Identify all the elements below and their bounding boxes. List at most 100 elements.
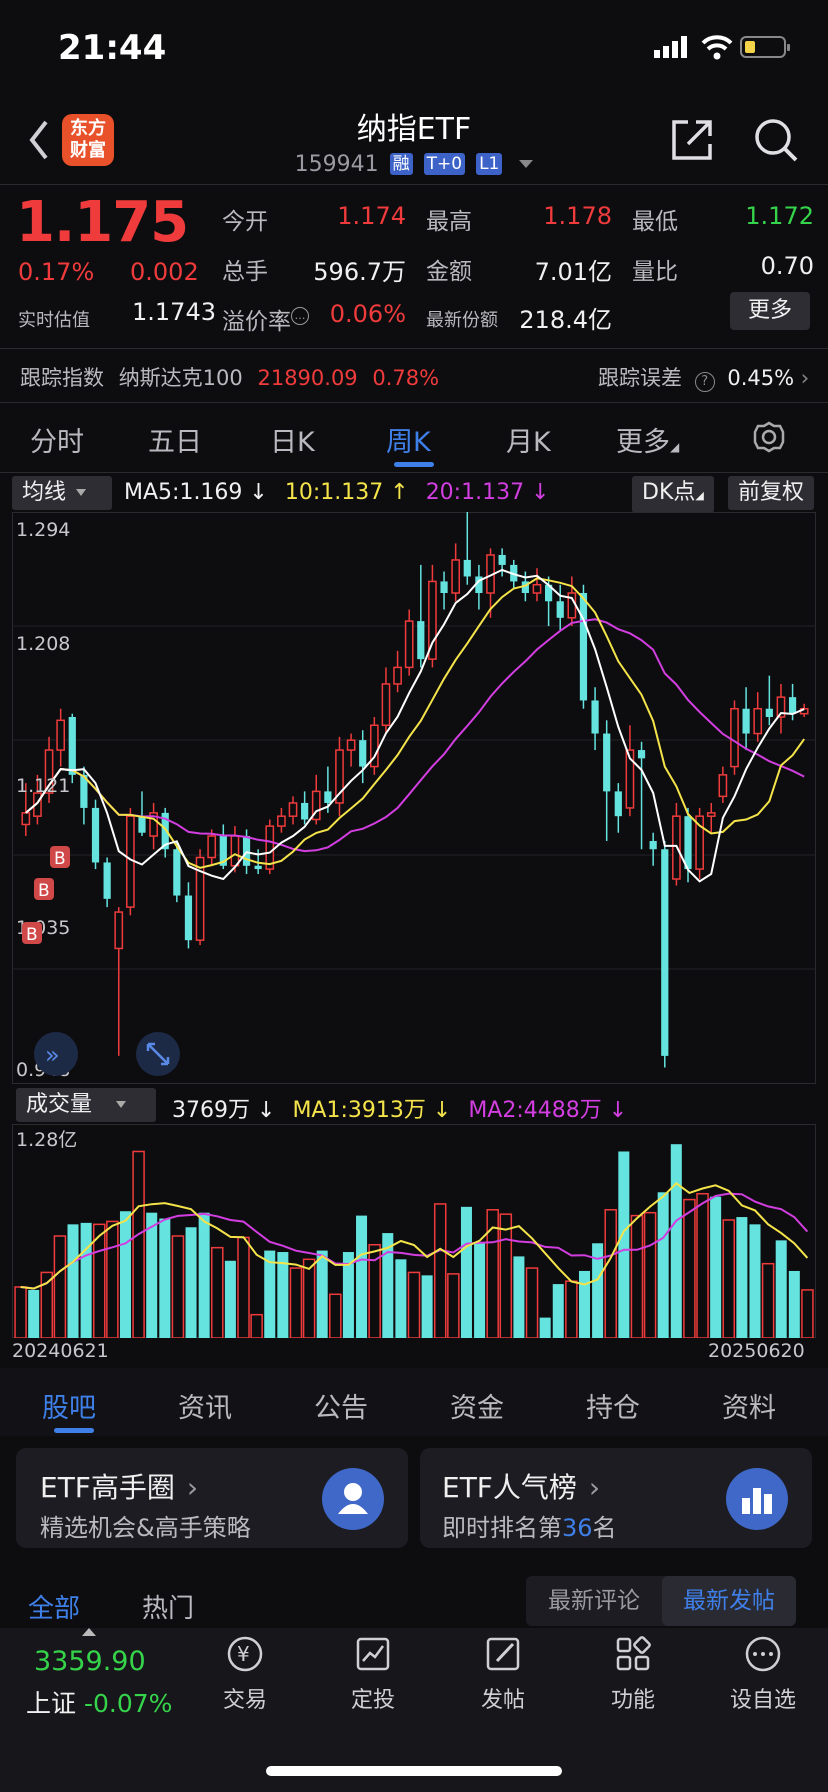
- volume-ma1: MA1:3913万: [292, 1098, 426, 1123]
- candle: [265, 819, 275, 875]
- subtab-holdings[interactable]: 持仓: [586, 1386, 640, 1425]
- candle: [637, 741, 646, 850]
- low-value: 1.172: [745, 202, 814, 230]
- ranking-icon: [726, 1468, 788, 1530]
- tab-daily-k[interactable]: 日K: [270, 420, 315, 459]
- post-edit-icon: [486, 1637, 520, 1671]
- feed-all-tab[interactable]: 全部: [28, 1588, 80, 1625]
- nav-invest-plan[interactable]: 定投: [318, 1634, 428, 1714]
- subtab-news[interactable]: 资讯: [178, 1386, 232, 1425]
- subtab-forum[interactable]: 股吧: [42, 1386, 96, 1425]
- svg-text:B: B: [54, 849, 66, 869]
- volume-bar: [683, 1198, 696, 1338]
- candle: [346, 733, 356, 767]
- candlestick-chart[interactable]: 1.294 1.208 1.121 1.035 0.948 B B B »: [12, 512, 816, 1084]
- nav-add-watchlist[interactable]: 设自选: [708, 1634, 818, 1714]
- amount-value: 7.01亿: [534, 258, 612, 286]
- candle: [277, 807, 286, 833]
- settings-gear-icon[interactable]: [752, 420, 786, 454]
- candle: [742, 687, 750, 751]
- volume-bar: [211, 1246, 224, 1338]
- date-start: 20240621: [12, 1340, 109, 1362]
- volume-bar: [552, 1284, 564, 1338]
- volume-bar: [250, 1313, 263, 1338]
- index-value[interactable]: 3359.90: [34, 1646, 146, 1677]
- tab-more[interactable]: 更多◢: [616, 420, 679, 459]
- tag-margin: 融: [389, 153, 413, 175]
- fullscreen-icon[interactable]: [136, 1032, 180, 1076]
- volume-bar: [395, 1259, 407, 1338]
- adjust-mode-button[interactable]: 前复权: [728, 476, 815, 510]
- etf-popularity-card[interactable]: ETF人气榜 › 即时排名第36名: [420, 1448, 812, 1548]
- tab-monthly-k[interactable]: 月K: [506, 420, 551, 459]
- candle: [311, 774, 321, 825]
- shares-label: 最新份额: [426, 310, 498, 331]
- tracking-label: 跟踪指数: [20, 366, 104, 390]
- home-indicator: [266, 1766, 562, 1776]
- candle: [556, 584, 564, 632]
- nav-post[interactable]: 发帖: [448, 1634, 558, 1714]
- feed-hot-tab[interactable]: 热门: [142, 1588, 194, 1625]
- tab-five-day[interactable]: 五日: [148, 420, 202, 459]
- candle: [288, 796, 298, 825]
- tab-weekly-k[interactable]: 周K: [386, 420, 431, 459]
- volume-bar: [224, 1260, 236, 1338]
- svg-text:¥: ¥: [237, 1642, 250, 1666]
- high-label: 最高: [426, 209, 472, 235]
- subtab-announcements[interactable]: 公告: [314, 1386, 368, 1425]
- ma-selector[interactable]: 均线: [12, 476, 112, 510]
- tracking-error[interactable]: 跟踪误差 ? 0.45% ›: [598, 362, 809, 392]
- candle: [706, 802, 716, 833]
- volume-current: 3769万: [172, 1098, 250, 1123]
- tab-intraday[interactable]: 分时: [30, 420, 84, 459]
- share-icon[interactable]: [668, 116, 716, 164]
- expand-left-icon[interactable]: »: [34, 1032, 78, 1076]
- volume-bar: [736, 1217, 748, 1338]
- nav-trade[interactable]: ¥ 交易: [190, 1634, 300, 1714]
- sort-latest-post[interactable]: 最新发帖: [662, 1576, 796, 1626]
- buy-signal-marker[interactable]: B: [34, 878, 54, 901]
- volume-bar: [474, 1243, 486, 1338]
- volume-values: 3769万 ↓ MA1:3913万 ↓ MA2:4488万 ↓: [172, 1098, 628, 1123]
- volume-bar: [788, 1270, 800, 1338]
- volume-bar: [14, 1286, 27, 1338]
- tag-level: L1: [476, 153, 503, 175]
- more-button[interactable]: 更多: [730, 292, 810, 330]
- candle: [335, 736, 344, 817]
- candle: [661, 840, 669, 1068]
- volume-indicator-selector[interactable]: 成交量: [16, 1088, 156, 1122]
- sort-latest-comment[interactable]: 最新评论: [526, 1576, 662, 1626]
- candle: [381, 667, 391, 734]
- candle: [532, 568, 542, 602]
- index-name-change[interactable]: 上证 -0.07%: [26, 1684, 172, 1720]
- index-expand-icon[interactable]: [82, 1628, 96, 1636]
- axis-label-upper: 1.208: [16, 633, 70, 655]
- low-label: 最低: [632, 209, 678, 235]
- info-circle-icon[interactable]: …: [291, 307, 309, 325]
- fund-code: 159941: [294, 152, 379, 177]
- candle: [625, 725, 635, 817]
- dk-point-button[interactable]: DK点◢: [632, 476, 714, 513]
- buy-signal-marker[interactable]: B: [22, 922, 42, 945]
- volume-bar: [53, 1235, 67, 1338]
- invest-plan-icon: [356, 1637, 390, 1671]
- amount-label: 金额: [426, 259, 472, 285]
- estimate-value: 1.1743: [132, 298, 216, 326]
- etf-expert-card[interactable]: ETF高手圈 › 精选机会&高手策略: [16, 1448, 408, 1548]
- candle: [649, 832, 657, 866]
- candle: [451, 543, 461, 602]
- volume-chart[interactable]: 1.28亿: [12, 1124, 816, 1338]
- ma-values: MA5:1.169 ↓ 10:1.137 ↑ 20:1.137 ↓: [124, 480, 550, 505]
- candle: [463, 512, 471, 585]
- subtab-funds[interactable]: 资金: [450, 1386, 504, 1425]
- subtab-bar: [0, 1368, 828, 1436]
- subtab-profile[interactable]: 资料: [722, 1386, 776, 1425]
- volume-bar: [356, 1215, 368, 1338]
- premium-label: 溢价率…: [222, 302, 309, 336]
- volume-bar: [565, 1280, 578, 1338]
- buy-signal-marker[interactable]: B: [50, 846, 70, 869]
- tracking-index-row[interactable]: 跟踪指数 纳斯达克100 21890.09 0.78%: [20, 362, 439, 392]
- search-icon[interactable]: [752, 116, 800, 164]
- nav-functions[interactable]: 功能: [578, 1634, 688, 1714]
- candle: [184, 882, 193, 949]
